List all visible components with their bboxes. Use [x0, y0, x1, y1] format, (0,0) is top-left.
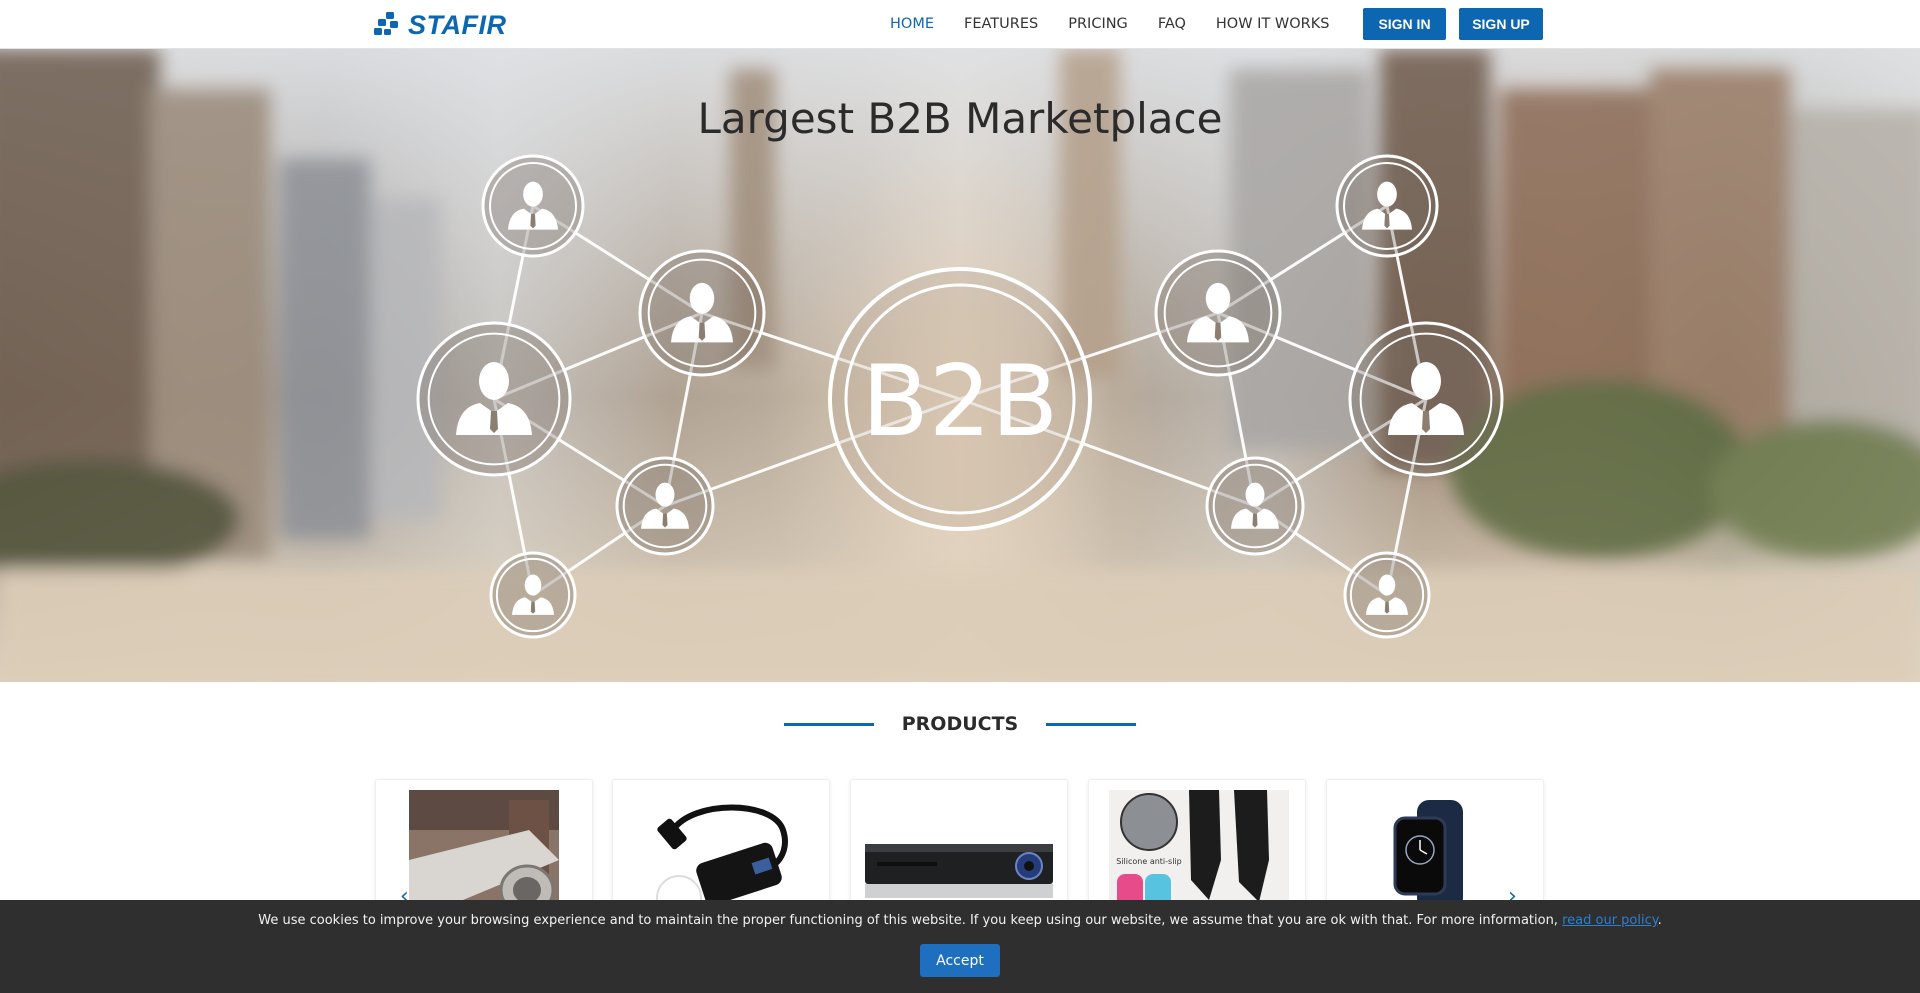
- nav-faq[interactable]: FAQ: [1158, 16, 1186, 32]
- person-node-icon: [416, 321, 572, 477]
- nav-features[interactable]: FEATURES: [964, 16, 1038, 32]
- stafir-logo[interactable]: STAFIR: [372, 9, 507, 41]
- b2b-network-diagram: B2B: [416, 154, 1504, 639]
- person-node-icon: [481, 154, 585, 258]
- person-node-icon: [1205, 456, 1305, 556]
- steel-pipe-image: [409, 790, 559, 910]
- b2b-center-node: B2B: [828, 267, 1092, 531]
- site-header: STAFIR HOME FEATURES PRICING FAQ HOW IT …: [0, 0, 1920, 49]
- sign-in-button[interactable]: SIGN IN: [1363, 8, 1446, 40]
- products-title: PRODUCTS: [901, 713, 1019, 735]
- main-nav: HOME FEATURES PRICING FAQ HOW IT WORKS: [890, 0, 1359, 48]
- heading-rule-left: [783, 722, 874, 726]
- nav-home[interactable]: HOME: [890, 16, 934, 32]
- accept-cookies-button[interactable]: Accept: [920, 944, 1000, 977]
- socks-caption: Silicone anti-slip: [1116, 857, 1181, 866]
- cookie-banner: We use cookies to improve your browsing …: [0, 900, 1920, 993]
- cookie-suffix: .: [1657, 913, 1662, 928]
- smartwatch-image: [1393, 800, 1463, 910]
- nav-how-it-works[interactable]: HOW IT WORKS: [1216, 16, 1330, 32]
- compression-socks-image: Silicone anti-slip: [1109, 790, 1289, 910]
- logo-text: STAFIR: [408, 9, 507, 40]
- usb-adapter-image: [656, 804, 788, 910]
- b2b-label: B2B: [862, 345, 1059, 459]
- person-node-icon: [638, 249, 766, 377]
- cookie-message-row: We use cookies to improve your browsing …: [0, 913, 1920, 928]
- person-node-icon: [615, 456, 715, 556]
- person-node-icon: [1154, 249, 1282, 377]
- cookie-policy-link[interactable]: read our policy: [1562, 913, 1658, 928]
- cookie-message: We use cookies to improve your browsing …: [258, 913, 1558, 928]
- heading-rule-right: [1046, 722, 1137, 726]
- person-node-icon: [1343, 551, 1431, 639]
- person-node-icon: [489, 551, 577, 639]
- person-node-icon: [1335, 154, 1439, 258]
- nav-pricing[interactable]: PRICING: [1068, 16, 1128, 32]
- logo-mark-icon: [374, 12, 398, 35]
- products-heading: PRODUCTS: [0, 712, 1920, 736]
- person-node-icon: [1348, 321, 1504, 477]
- sign-up-button[interactable]: SIGN UP: [1459, 8, 1543, 40]
- hero-banner: Largest B2B Marketplace B2B: [0, 49, 1920, 682]
